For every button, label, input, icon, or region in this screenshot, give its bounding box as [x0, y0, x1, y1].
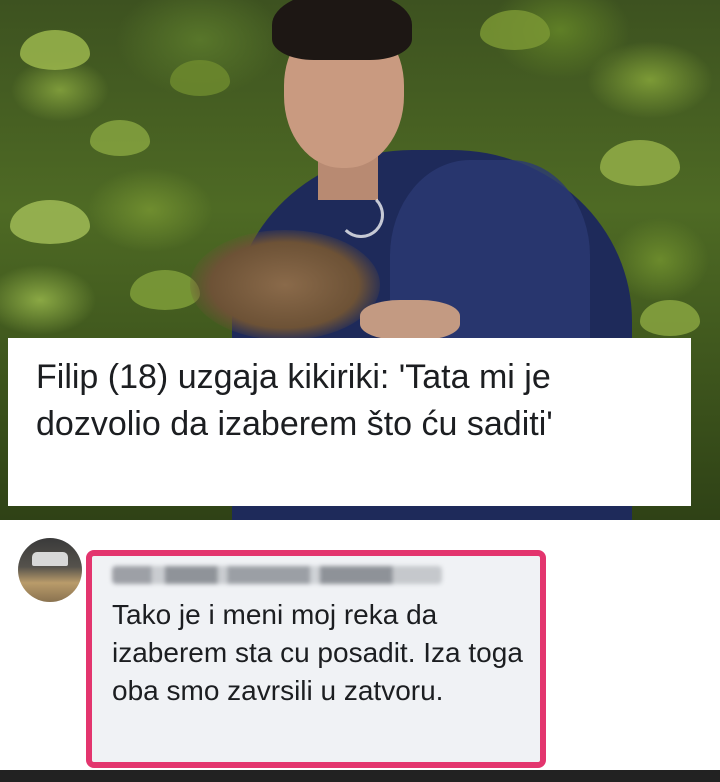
- post-headline: Filip (18) uzgaja kikiriki: 'Tata mi je …: [36, 358, 553, 443]
- bottom-edge: [0, 770, 720, 782]
- commenter-name-blurred: [112, 566, 442, 584]
- comment-bubble[interactable]: Tako je i meni moj reka da izaberem sta …: [86, 550, 546, 768]
- foliage: [600, 140, 680, 186]
- peanut-plant: [190, 230, 380, 340]
- post-headline-card[interactable]: Filip (18) uzgaja kikiriki: 'Tata mi je …: [8, 338, 691, 506]
- loading-spinner-icon: [338, 192, 384, 238]
- person-hair: [272, 0, 412, 60]
- foliage: [640, 300, 700, 336]
- person-hand: [360, 300, 460, 340]
- foliage: [170, 60, 230, 96]
- avatar[interactable]: [18, 538, 82, 602]
- foliage: [10, 200, 90, 244]
- foliage: [90, 120, 150, 156]
- foliage: [480, 10, 550, 50]
- avatar-car-image: [32, 552, 68, 566]
- comment-text: Tako je i meni moj reka da izaberem sta …: [112, 599, 523, 706]
- foliage: [20, 30, 90, 70]
